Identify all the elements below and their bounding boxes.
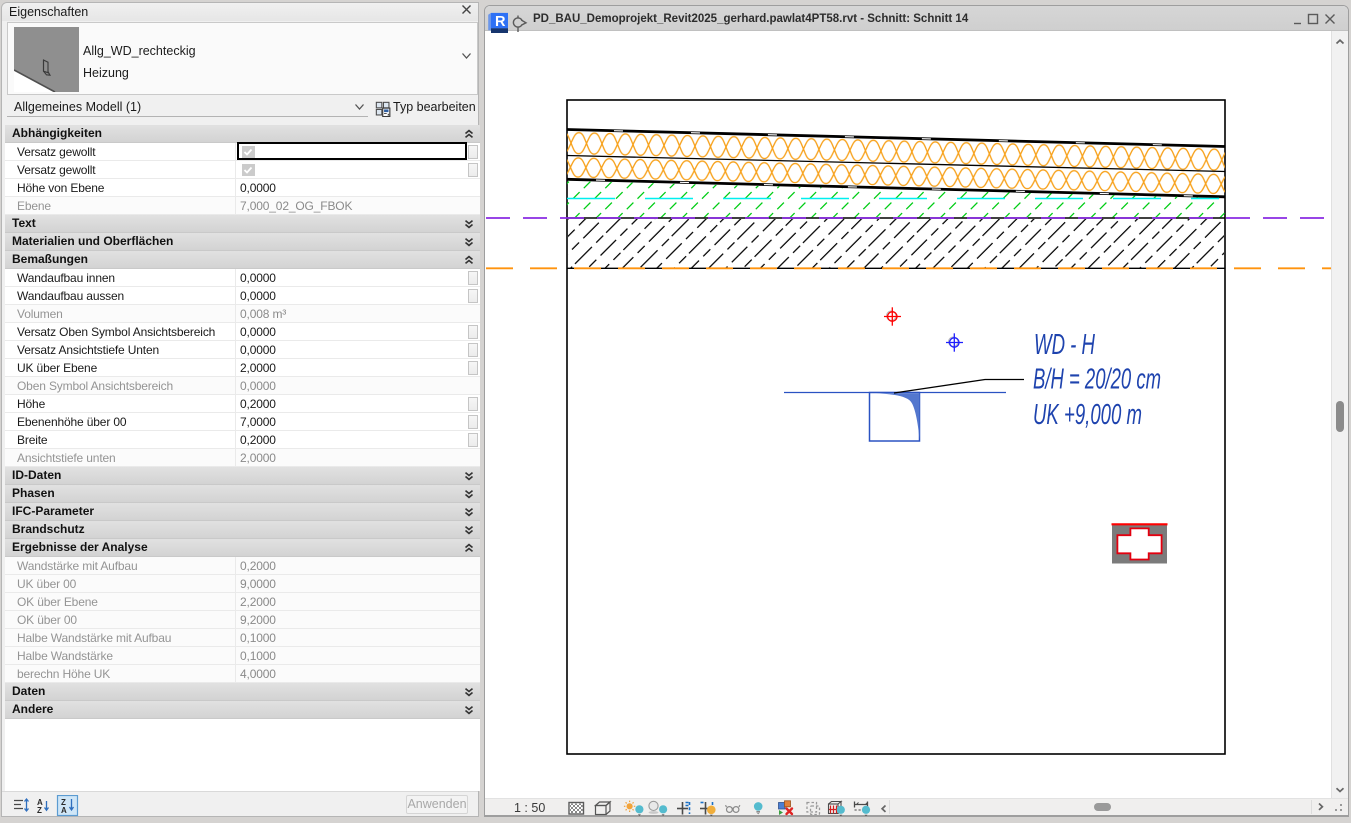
svg-text:1 : 50: 1 : 50: [514, 801, 545, 815]
svg-text:UK +9,000 m: UK +9,000 m: [1033, 399, 1142, 431]
svg-text:WD - H: WD - H: [1034, 329, 1095, 361]
svg-text:Z: Z: [37, 806, 42, 815]
svg-text:B/H = 20/20 cm: B/H = 20/20 cm: [1033, 364, 1161, 396]
svg-text:A: A: [61, 806, 67, 815]
svg-text:R: R: [495, 14, 506, 30]
